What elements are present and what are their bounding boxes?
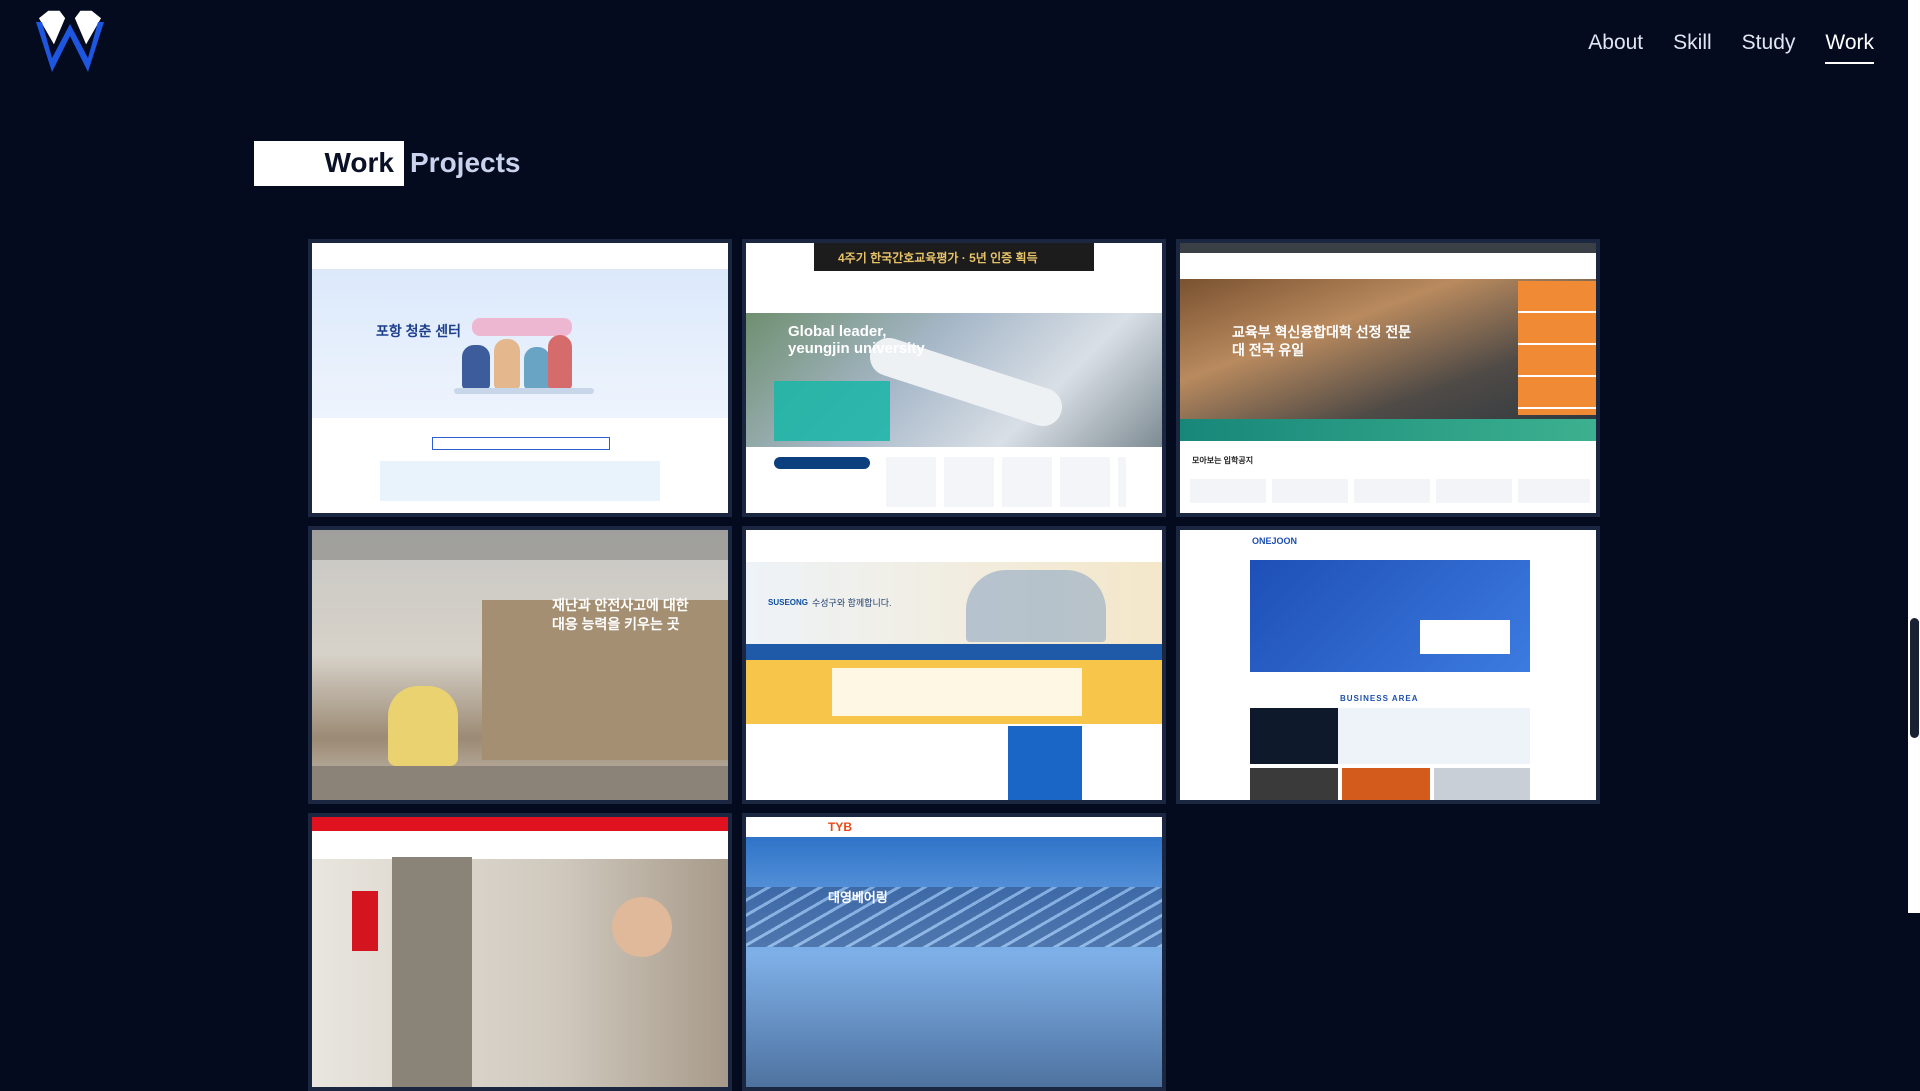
project-banner: 4주기 한국간호교육평가 · 5년 인증 획득 [838, 251, 1038, 265]
project-brand: ONEJOON [1252, 536, 1298, 546]
title-highlight: Work [254, 140, 404, 186]
section-title: Work Projects [254, 140, 521, 186]
project-headline: Global leader, yeungjin university [788, 323, 925, 357]
project-headline: 교육부 혁신융합대학 선정 전문대 전국 유일 [1232, 324, 1412, 358]
project-card-tyb[interactable]: TYB 대영베어링 [742, 813, 1166, 1091]
project-headline: 재난과 안전사고에 대한 대응 능력을 키우는 곳 [552, 597, 689, 632]
project-card-red[interactable] [308, 813, 732, 1091]
nav-skill[interactable]: Skill [1673, 28, 1712, 64]
page-scrollbar[interactable] [1908, 0, 1920, 913]
nav-work[interactable]: Work [1825, 28, 1874, 64]
project-card-yeungjin[interactable]: 4주기 한국간호교육평가 · 5년 인증 획득 Global leader, y… [742, 239, 1166, 517]
project-headline: 대영베어링 [828, 890, 888, 905]
project-headline: 포항 청춘 센터 [376, 323, 462, 339]
main-nav: About Skill Study Work [1558, 28, 1874, 64]
logo-icon[interactable] [34, 8, 106, 76]
project-brand: TYB [828, 820, 852, 834]
title-rest: Projects [410, 147, 521, 178]
scrollbar-thumb[interactable] [1910, 618, 1919, 738]
project-card-suseong[interactable]: SUSEONG 수성구와 함께합니다. [742, 526, 1166, 804]
project-card-innovation[interactable]: 교육부 혁신융합대학 선정 전문대 전국 유일 모아보는 입학공지 [1176, 239, 1600, 517]
project-card-safety[interactable]: 재난과 안전사고에 대한 대응 능력을 키우는 곳 [308, 526, 732, 804]
nav-study[interactable]: Study [1742, 28, 1796, 64]
project-brand: SUSEONG [768, 598, 809, 607]
projects-grid: 포항 청춘 센터 4주기 한국간호교육평가 · 5년 인증 획득 Global … [308, 239, 1602, 1091]
project-sub: 모아보는 입학공지 [1192, 456, 1254, 465]
project-card-onejoon[interactable]: ONEJOON BUSINESS AREA [1176, 526, 1600, 804]
project-headline: 수성구와 함께합니다. [812, 598, 892, 608]
nav-about[interactable]: About [1588, 28, 1643, 64]
project-card-pohang[interactable]: 포항 청춘 센터 [308, 239, 732, 517]
project-section: BUSINESS AREA [1340, 694, 1419, 703]
